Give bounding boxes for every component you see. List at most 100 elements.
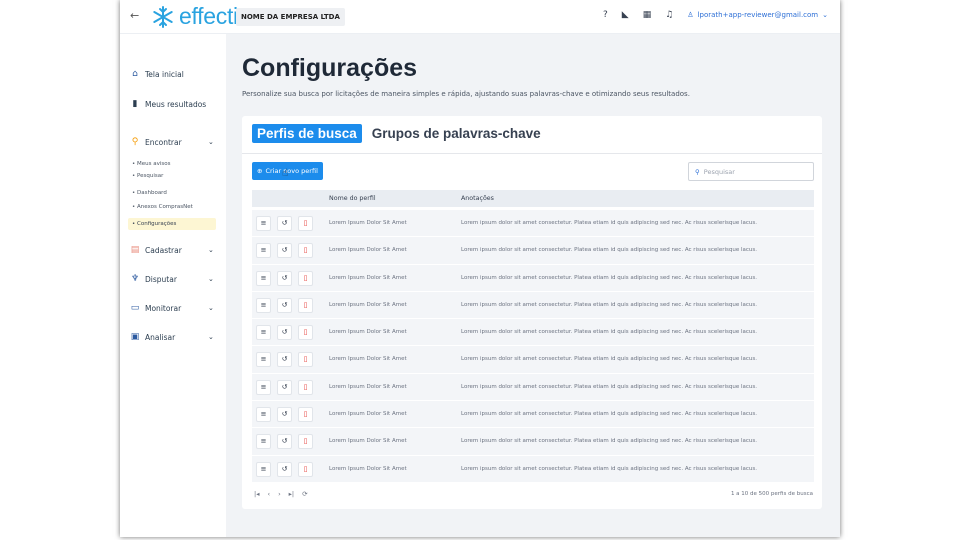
analytics-icon: ▣: [130, 332, 140, 342]
table-row: ≡ ↺ ▯ Lorem Ipsum Dolor Sit Amet Lorem i…: [252, 373, 814, 402]
trash-icon[interactable]: ▯: [298, 379, 313, 395]
sub-item-pesquisar[interactable]: • Pesquisar: [132, 173, 163, 179]
logo[interactable]: effecti: [150, 3, 238, 30]
top-bar: ← effecti NOME DA EMPRESA LTDA ? ◣ ▦ ♫ ♙: [120, 0, 840, 34]
history-icon[interactable]: ↺: [277, 461, 292, 477]
bell-icon[interactable]: ♫: [665, 10, 673, 20]
column-header-anotacoes: Anotações: [461, 195, 494, 202]
chevron-down-icon[interactable]: ⌄: [208, 138, 214, 146]
profile-note: Lorem ipsum dolor sit amet consectetur. …: [461, 329, 757, 336]
sidebar-item-tela-inicial[interactable]: ⌂ Tela inicial: [130, 69, 184, 79]
profile-note: Lorem ipsum dolor sit amet consectetur. …: [461, 411, 757, 418]
profile-name: Lorem Ipsum Dolor Sit Amet: [329, 329, 407, 336]
sidebar: ⌂ Tela inicial ▮ Meus resultados ⚲ Encon…: [120, 34, 226, 537]
trash-icon[interactable]: ▯: [298, 407, 313, 423]
trash-icon[interactable]: ▯: [298, 243, 313, 259]
search-icon: ⚲: [131, 137, 139, 147]
company-name[interactable]: NOME DA EMPRESA LTDA: [236, 8, 345, 26]
search-input[interactable]: ⚲ Pesquisar: [688, 162, 814, 181]
sidebar-item-encontrar[interactable]: ⚲ Encontrar: [130, 137, 182, 147]
table-row: ≡ ↺ ▯ Lorem Ipsum Dolor Sit Amet Lorem i…: [252, 210, 814, 238]
history-icon[interactable]: ↺: [277, 297, 292, 313]
edit-list-icon[interactable]: ≡: [256, 297, 271, 313]
table-row: ≡ ↺ ▯ Lorem Ipsum Dolor Sit Amet Lorem i…: [252, 237, 814, 265]
trash-icon[interactable]: ▯: [298, 270, 313, 286]
main-content: Configurações Personalize sua busca por …: [226, 34, 840, 537]
sidebar-item-cadastrar[interactable]: ▤ Cadastrar: [130, 245, 182, 255]
tab-grupos-de-palavras-chave[interactable]: Grupos de palavras-chave: [372, 126, 541, 141]
edit-list-icon[interactable]: ≡: [256, 243, 271, 259]
chevron-down-icon[interactable]: ⌄: [208, 246, 214, 254]
history-icon[interactable]: ↺: [277, 243, 292, 259]
plus-circle-icon: ⊕: [257, 167, 263, 175]
column-header-nome: Nome do perfil: [329, 195, 376, 202]
profile-name: Lorem Ipsum Dolor Sit Amet: [329, 356, 407, 363]
bar-chart-icon: ▮: [132, 99, 138, 109]
trash-icon[interactable]: ▯: [298, 461, 313, 477]
profile-note: Lorem ipsum dolor sit amet consectetur. …: [461, 301, 757, 308]
first-page-icon[interactable]: |◂: [254, 490, 259, 498]
snowflake-logo-icon: [153, 5, 173, 28]
prev-page-icon[interactable]: ‹: [267, 490, 270, 498]
sidebar-item-label: Monitorar: [145, 303, 182, 313]
chevron-down-icon[interactable]: ⌄: [208, 275, 214, 283]
tabs-divider: [242, 153, 822, 154]
sidebar-item-analisar[interactable]: ▣ Analisar: [130, 332, 176, 342]
edit-list-icon[interactable]: ≡: [256, 216, 271, 231]
back-arrow-icon[interactable]: ←: [130, 9, 139, 22]
profile-name: Lorem Ipsum Dolor Sit Amet: [329, 383, 407, 390]
sidebar-item-label: Analisar: [145, 332, 176, 342]
edit-list-icon[interactable]: ≡: [256, 461, 271, 477]
trash-icon[interactable]: ▯: [298, 216, 313, 231]
history-icon[interactable]: ↺: [277, 270, 292, 286]
sub-item-anexos-comprasnet[interactable]: • Anexos ComprasNet: [132, 204, 193, 210]
edit-list-icon[interactable]: ≡: [256, 325, 271, 341]
edit-list-icon[interactable]: ≡: [256, 379, 271, 395]
trash-icon[interactable]: ▯: [298, 297, 313, 313]
table-row: ≡ ↺ ▯ Lorem Ipsum Dolor Sit Amet Lorem i…: [252, 401, 814, 429]
user-menu[interactable]: ♙ lporath+app-reviewer@gmail.com ⌄: [687, 11, 828, 19]
edit-list-icon[interactable]: ≡: [256, 407, 271, 423]
history-icon[interactable]: ↺: [277, 434, 292, 450]
apps-grid-icon[interactable]: ▦: [643, 10, 652, 20]
edit-list-icon[interactable]: ≡: [256, 270, 271, 286]
last-page-icon[interactable]: ▸|: [289, 490, 294, 498]
edit-list-icon[interactable]: ≡: [256, 352, 271, 368]
trash-icon[interactable]: ▯: [298, 434, 313, 450]
tab-bar: Perfis de busca Grupos de palavras-chave: [252, 124, 541, 143]
sidebar-item-disputar[interactable]: ♆ Disputar: [130, 274, 177, 284]
create-profile-label: Criar novo perfil: [265, 167, 318, 175]
sub-item-configuracoes[interactable]: • Configurações: [128, 218, 216, 230]
search-placeholder: Pesquisar: [703, 167, 735, 176]
history-icon[interactable]: ↺: [277, 407, 292, 423]
sidebar-item-label: Encontrar: [145, 137, 182, 147]
sidebar-item-monitorar[interactable]: ▭ Monitorar: [130, 303, 181, 313]
edit-list-icon[interactable]: ≡: [256, 434, 271, 450]
search-icon: ⚲: [695, 167, 700, 176]
page-subtitle: Personalize sua busca por licitações de …: [242, 90, 690, 98]
tab-perfis-de-busca[interactable]: Perfis de busca: [252, 124, 362, 143]
history-icon[interactable]: ↺: [277, 216, 292, 231]
sub-item-dashboard[interactable]: • Dashboard: [132, 190, 167, 196]
trash-icon[interactable]: ▯: [298, 325, 313, 341]
chat-icon: ▭: [130, 303, 140, 313]
history-icon[interactable]: ↺: [277, 379, 292, 395]
next-page-icon[interactable]: ›: [278, 490, 281, 498]
app-window: ← effecti NOME DA EMPRESA LTDA ? ◣ ▦ ♫ ♙: [120, 0, 840, 537]
sidebar-item-meus-resultados[interactable]: ▮ Meus resultados: [130, 99, 207, 109]
refresh-icon[interactable]: ⟳: [302, 490, 307, 498]
history-icon[interactable]: ↺: [277, 325, 292, 341]
trash-icon[interactable]: ▯: [298, 352, 313, 368]
history-icon[interactable]: ↺: [277, 352, 292, 368]
chevron-down-icon[interactable]: ⌄: [208, 333, 214, 341]
help-icon[interactable]: ?: [603, 10, 608, 20]
profile-name: Lorem Ipsum Dolor Sit Amet: [329, 438, 407, 445]
sidebar-item-label: Cadastrar: [145, 245, 182, 255]
clipboard-icon: ▤: [130, 245, 140, 255]
rss-icon[interactable]: ◣: [622, 10, 629, 20]
chevron-down-icon[interactable]: ⌄: [208, 304, 214, 312]
sub-item-meus-avisos[interactable]: • Meus avisos: [132, 161, 170, 167]
profile-name: Lorem Ipsum Dolor Sit Amet: [329, 301, 407, 308]
pagination-info: 1 a 10 de 500 perfis de busca: [730, 491, 813, 497]
profile-name: Lorem Ipsum Dolor Sit Amet: [329, 247, 407, 254]
